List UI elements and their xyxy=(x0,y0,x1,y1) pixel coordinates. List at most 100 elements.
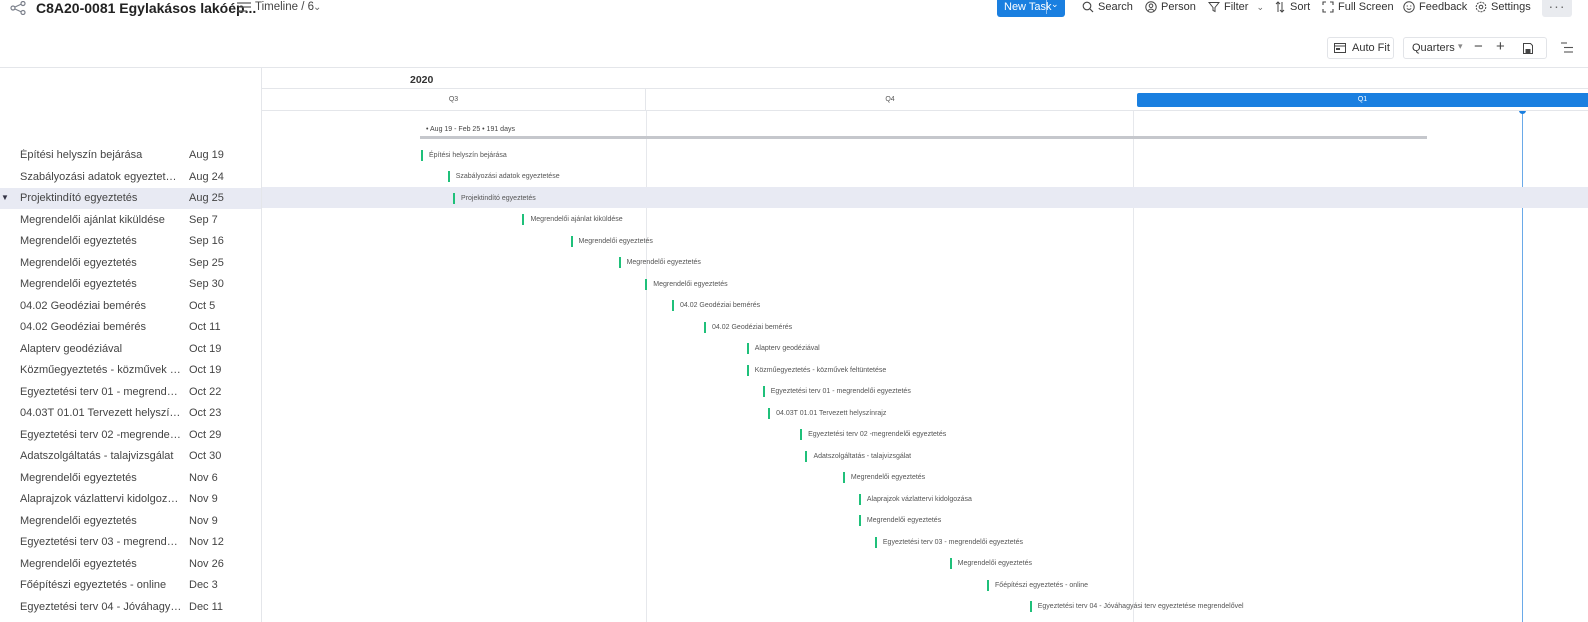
task-row[interactable]: 04.02 Geodéziai bemérés Oct 5 xyxy=(0,296,262,317)
task-milestone-bar[interactable] xyxy=(618,257,621,268)
task-milestone-bar[interactable] xyxy=(453,192,456,204)
timeline-task[interactable]: Megrendelői egyeztetés xyxy=(645,278,728,290)
task-milestone-bar[interactable] xyxy=(645,278,648,290)
project-summary-bar[interactable] xyxy=(420,136,1427,139)
task-milestone-bar[interactable] xyxy=(949,558,952,569)
timeline-task[interactable]: Egyeztetési terv 03 - megrendelői egyezt… xyxy=(874,536,1023,548)
task-row[interactable]: Főépítészi egyeztetés - online Dec 3 xyxy=(0,575,262,596)
filter-button[interactable]: Filter ⌄ xyxy=(1208,1,1264,13)
task-milestone-bar[interactable] xyxy=(671,300,674,311)
task-milestone-bar[interactable] xyxy=(746,364,749,376)
search-button[interactable]: Search xyxy=(1082,1,1133,13)
task-row[interactable]: Megrendelői ajánlat kiküldése Sep 7 xyxy=(0,210,262,231)
save-image-icon[interactable] xyxy=(1523,43,1533,54)
timeline-task[interactable]: Megrendelői egyeztetés xyxy=(842,472,925,484)
new-task-button[interactable]: New Task ⌄ xyxy=(997,0,1065,17)
timeline-task[interactable]: Alaprajzok vázlattervi kidolgozása xyxy=(858,493,972,505)
task-date: Dec 11 xyxy=(189,600,224,613)
timeline-task[interactable]: Megrendelői ajánlat kiküldése xyxy=(522,214,623,226)
task-milestone-bar[interactable] xyxy=(805,450,808,462)
chevron-down-icon[interactable]: ▾ xyxy=(1458,41,1463,52)
zoom-out-button[interactable]: − xyxy=(1474,38,1483,55)
task-date: Oct 22 xyxy=(189,385,222,398)
timeline-task[interactable]: Közműegyeztetés - közművek feltüntetése xyxy=(746,364,886,376)
timeline-task[interactable]: Megrendelői egyeztetés xyxy=(618,257,701,269)
task-row[interactable]: ▼ Projektindító egyeztetés Aug 25 xyxy=(0,188,262,209)
scale-select[interactable]: Quarters xyxy=(1412,42,1455,54)
timeline-task[interactable]: Egyeztetési terv 02 -megrendelői egyezte… xyxy=(800,429,946,441)
task-row[interactable]: Közműegyeztetés - közművek feltüntet... O… xyxy=(0,360,262,381)
task-name: 04.03T 01.01 Tervezett helyszínrajz xyxy=(20,407,182,419)
task-row[interactable]: Építési helyszín bejárása Aug 19 xyxy=(0,145,262,166)
timeline-task[interactable]: 04.03T 01.01 Tervezett helyszínrajz xyxy=(768,407,886,419)
task-row[interactable]: Megrendelői egyeztetés Nov 9 xyxy=(0,511,262,532)
task-name: Megrendelői egyeztetés xyxy=(20,514,137,527)
today-marker xyxy=(1519,111,1526,114)
task-milestone-bar[interactable] xyxy=(746,343,749,354)
zoom-in-button[interactable]: + xyxy=(1496,38,1505,55)
collapse-list-icon[interactable] xyxy=(1561,42,1573,53)
task-row[interactable]: Egyeztetési terv 03 - megrendelői egye..… xyxy=(0,532,262,553)
task-milestone-bar[interactable] xyxy=(768,407,771,419)
timeline-task[interactable]: Projektindító egyeztetés xyxy=(453,192,536,204)
timeline-body: • Aug 19 - Feb 25 • 191 days Építési hel… xyxy=(262,111,1588,622)
chevron-down-icon[interactable]: ⌄ xyxy=(1051,0,1059,10)
timeline-task-label: Egyeztetési terv 01 - megrendelői egyezt… xyxy=(770,388,911,395)
view-selector[interactable]: Timeline / 6 xyxy=(255,1,314,13)
task-milestone-bar[interactable] xyxy=(842,472,845,483)
timeline-task[interactable]: Főépítészi egyeztetés - online xyxy=(987,579,1088,591)
share-nodes-icon[interactable] xyxy=(10,1,26,15)
timeline-task[interactable]: Megrendelői egyeztetés xyxy=(570,235,653,247)
timeline-task[interactable]: Szabályozási adatok egyeztetése xyxy=(447,171,560,183)
timeline-task[interactable]: Egyeztetési terv 04 - Jóváhagyási terv e… xyxy=(1029,601,1244,613)
task-row[interactable]: 04.02 Geodéziai bemérés Oct 11 xyxy=(0,317,262,338)
task-milestone-bar[interactable] xyxy=(570,235,573,247)
chevron-down-icon[interactable]: ⌄ xyxy=(313,2,321,13)
task-milestone-bar[interactable] xyxy=(762,386,765,397)
app-title[interactable]: C8A20-0081 Egylakásos lakóép... xyxy=(36,0,256,16)
timeline-task[interactable]: 04.02 Geodéziai bemérés xyxy=(671,300,760,312)
task-milestone-bar[interactable] xyxy=(987,579,990,591)
sort-button[interactable]: Sort xyxy=(1274,1,1310,13)
task-row[interactable]: Egyeztetési terv 02 -megrendelői egyez..… xyxy=(0,425,262,446)
task-milestone-bar[interactable] xyxy=(421,149,423,161)
task-row[interactable]: Megrendelői egyeztetés Sep 16 xyxy=(0,231,262,252)
task-row[interactable]: Alaprajzok vázlattervi kidolgozása Nov 9 xyxy=(0,489,262,510)
task-row[interactable]: Megrendelői egyeztetés Nov 26 xyxy=(0,554,262,575)
task-row[interactable]: Szabályozási adatok egyeztetése Aug 24 xyxy=(0,167,262,188)
task-row[interactable]: Megrendelői egyeztetés Sep 30 xyxy=(0,274,262,295)
person-filter-button[interactable]: Person xyxy=(1145,1,1196,13)
timeline-task[interactable]: Alapterv geodéziával xyxy=(746,343,820,355)
timeline-task[interactable]: Megrendelői egyeztetés xyxy=(858,515,941,527)
auto-fit-button[interactable]: Auto Fit xyxy=(1327,37,1394,59)
task-row[interactable]: Alapterv geodéziával Oct 19 xyxy=(0,339,262,360)
task-milestone-bar[interactable] xyxy=(800,429,803,440)
timeline-task[interactable]: Megrendelői egyeztetés xyxy=(949,558,1032,570)
timeline-task[interactable]: Egyeztetési terv 01 - megrendelői egyezt… xyxy=(762,386,911,398)
search-icon xyxy=(1082,1,1094,13)
timeline-task[interactable]: 04.02 Geodéziai bemérés xyxy=(704,321,792,333)
timeline-task-label: Megrendelői egyeztetés xyxy=(957,560,1032,567)
timeline-task-label: Megrendelői ajánlat kiküldése xyxy=(530,216,623,223)
task-name: Alaprajzok vázlattervi kidolgozása xyxy=(20,493,182,505)
task-milestone-bar[interactable] xyxy=(1029,601,1032,612)
task-row[interactable]: Egyeztetési terv 04 - Jóváhagyási terv .… xyxy=(0,597,262,618)
task-milestone-bar[interactable] xyxy=(858,515,861,526)
task-milestone-bar[interactable] xyxy=(522,214,525,225)
timeline-task[interactable]: Adatszolgáltatás - talajvizsgálat xyxy=(805,450,911,462)
more-options-button[interactable]: ··· xyxy=(1542,0,1572,17)
expand-caret-icon[interactable]: ▼ xyxy=(1,193,9,202)
task-row[interactable]: Megrendelői egyeztetés Sep 25 xyxy=(0,253,262,274)
task-milestone-bar[interactable] xyxy=(447,171,450,182)
timeline-task[interactable]: Építési helyszín bejárása xyxy=(421,149,507,161)
task-row[interactable]: Adatszolgáltatás - talajvizsgálat Oct 30 xyxy=(0,446,262,467)
task-milestone-bar[interactable] xyxy=(704,321,707,333)
task-milestone-bar[interactable] xyxy=(874,536,877,548)
full-screen-button[interactable]: Full Screen xyxy=(1322,1,1394,13)
task-milestone-bar[interactable] xyxy=(858,493,861,505)
task-row[interactable]: Egyeztetési terv 01 - megrendelői egye..… xyxy=(0,382,262,403)
settings-button[interactable]: Settings xyxy=(1475,1,1531,13)
task-row[interactable]: Megrendelői egyeztetés Nov 6 xyxy=(0,468,262,489)
feedback-button[interactable]: Feedback xyxy=(1403,1,1467,13)
task-row[interactable]: 04.03T 01.01 Tervezett helyszínrajz Oct 2… xyxy=(0,403,262,424)
